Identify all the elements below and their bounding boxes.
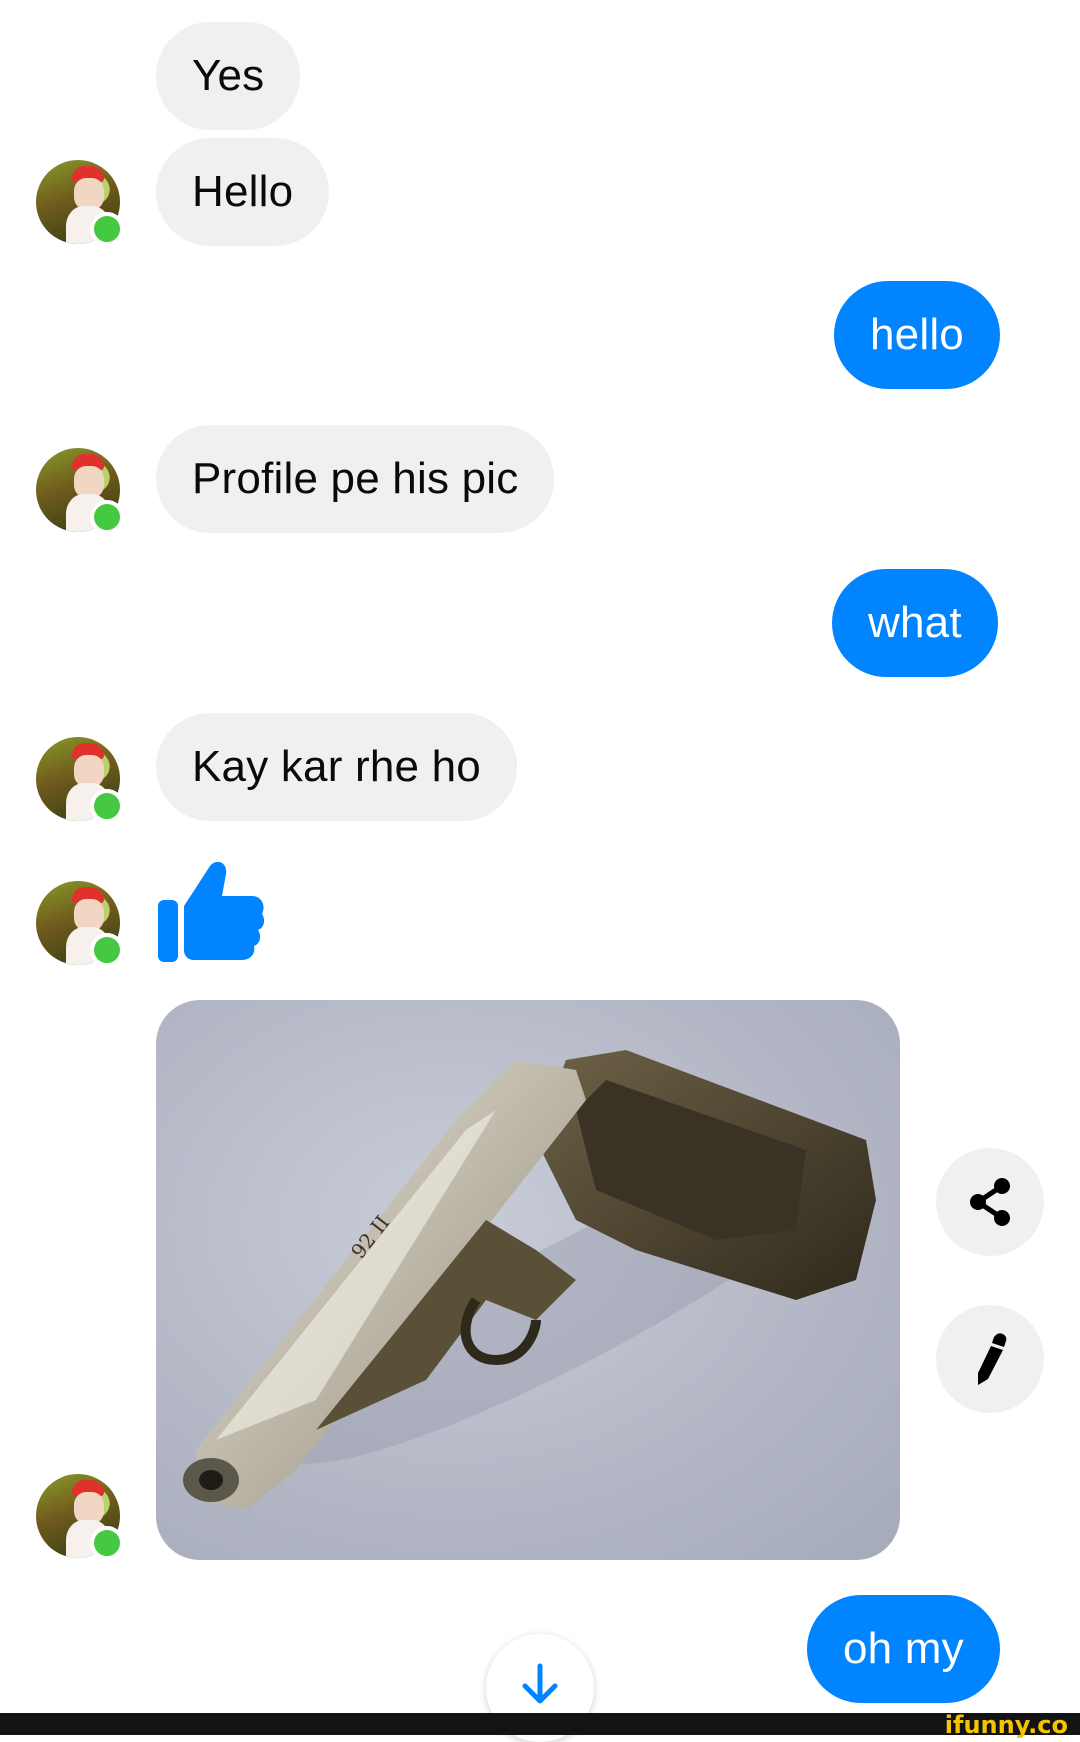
edit-button[interactable]: [936, 1305, 1044, 1413]
contact-avatar[interactable]: [36, 448, 124, 534]
arrow-down-icon: [522, 1663, 558, 1704]
pistol-image: 92 II: [183, 1050, 876, 1510]
message-text: Hello: [192, 167, 294, 216]
online-status-icon: [90, 500, 124, 534]
message-outgoing-oh-my[interactable]: oh my: [807, 1595, 1000, 1703]
message-incoming-yes[interactable]: Yes: [156, 22, 301, 130]
message-incoming-hello[interactable]: Hello: [156, 138, 330, 246]
message-text: Kay kar rhe ho: [192, 742, 481, 791]
message-outgoing-hello[interactable]: hello: [834, 281, 1000, 389]
message-outgoing-what[interactable]: what: [832, 569, 998, 677]
message-text: oh my: [843, 1624, 964, 1673]
message-text: hello: [870, 310, 964, 359]
message-incoming-profile[interactable]: Profile pe his pic: [156, 425, 555, 533]
contact-avatar[interactable]: [36, 1474, 124, 1560]
message-text: what: [868, 598, 962, 647]
thumbs-up-icon[interactable]: [156, 858, 264, 966]
message-text: Profile pe his pic: [192, 454, 519, 503]
message-incoming-kay-kar[interactable]: Kay kar rhe ho: [156, 713, 517, 821]
online-status-icon: [90, 1526, 124, 1560]
pencil-icon: [978, 1333, 1007, 1385]
contact-avatar[interactable]: [36, 160, 124, 246]
contact-avatar[interactable]: [36, 737, 124, 823]
photo-message-pistol[interactable]: 92 II: [156, 1000, 900, 1560]
share-icon: [970, 1178, 1010, 1226]
online-status-icon: [90, 933, 124, 967]
message-text: Yes: [192, 51, 265, 100]
online-status-icon: [90, 212, 124, 246]
online-status-icon: [90, 789, 124, 823]
watermark-bar: ifunny.co: [0, 1711, 1080, 1739]
share-button[interactable]: [936, 1148, 1044, 1256]
contact-avatar[interactable]: [36, 881, 124, 967]
